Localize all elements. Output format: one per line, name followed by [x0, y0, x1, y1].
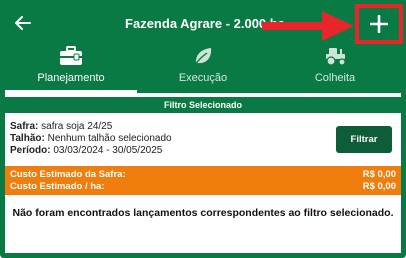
- tab-label: Planejamento: [37, 72, 105, 84]
- filter-button[interactable]: Filtrar: [336, 126, 392, 153]
- talhao-label: Talhão:: [10, 133, 45, 144]
- filter-banner: Filtro Selecionado: [5, 97, 401, 113]
- cost-safra-value: R$ 0,00: [362, 169, 396, 180]
- tab-bar: Planejamento Execução Colheita: [0, 44, 406, 93]
- add-button[interactable]: [366, 11, 392, 37]
- safra-label: Safra:: [10, 121, 39, 132]
- empty-state-message: Não foram encontrados lançamentos corres…: [12, 207, 394, 219]
- back-button[interactable]: [12, 12, 34, 34]
- tab-label: Colheita: [314, 72, 356, 84]
- cost-ha-value: R$ 0,00: [362, 181, 396, 192]
- cost-ha-row: Custo Estimado / ha: R$ 0,00: [10, 181, 396, 193]
- safra-line: Safra: safra soja 24/25: [10, 121, 310, 133]
- talhao-value: Nenhum talhão selecionado: [44, 133, 172, 144]
- plus-icon: [370, 15, 388, 33]
- tractor-icon: [326, 48, 346, 66]
- tab-label: Execução: [178, 72, 228, 84]
- tab-colheita[interactable]: Colheita: [269, 44, 401, 93]
- active-tab-indicator: [5, 90, 137, 93]
- periodo-line: Período: 03/03/2024 - 30/05/2025: [10, 145, 310, 157]
- tab-planejamento[interactable]: Planejamento: [5, 44, 137, 93]
- cost-summary: Custo Estimado da Safra: R$ 0,00 Custo E…: [5, 166, 401, 195]
- cost-safra-row: Custo Estimado da Safra: R$ 0,00: [10, 169, 396, 181]
- tab-execucao[interactable]: Execução: [137, 44, 269, 93]
- arrow-left-icon: [15, 16, 31, 30]
- annotation-arrow: [262, 11, 354, 41]
- cost-safra-label: Custo Estimado da Safra:: [10, 169, 126, 180]
- filter-summary: Safra: safra soja 24/25 Talhão: Nenhum t…: [10, 121, 310, 157]
- periodo-label: Período:: [10, 145, 51, 156]
- safra-value: safra soja 24/25: [38, 121, 113, 132]
- periodo-value: 03/03/2024 - 30/05/2025: [50, 145, 163, 156]
- talhao-line: Talhão: Nenhum talhão selecionado: [10, 133, 310, 145]
- leaf-icon: [194, 48, 212, 66]
- toolbox-icon: [60, 46, 82, 65]
- cost-ha-label: Custo Estimado / ha:: [10, 181, 105, 192]
